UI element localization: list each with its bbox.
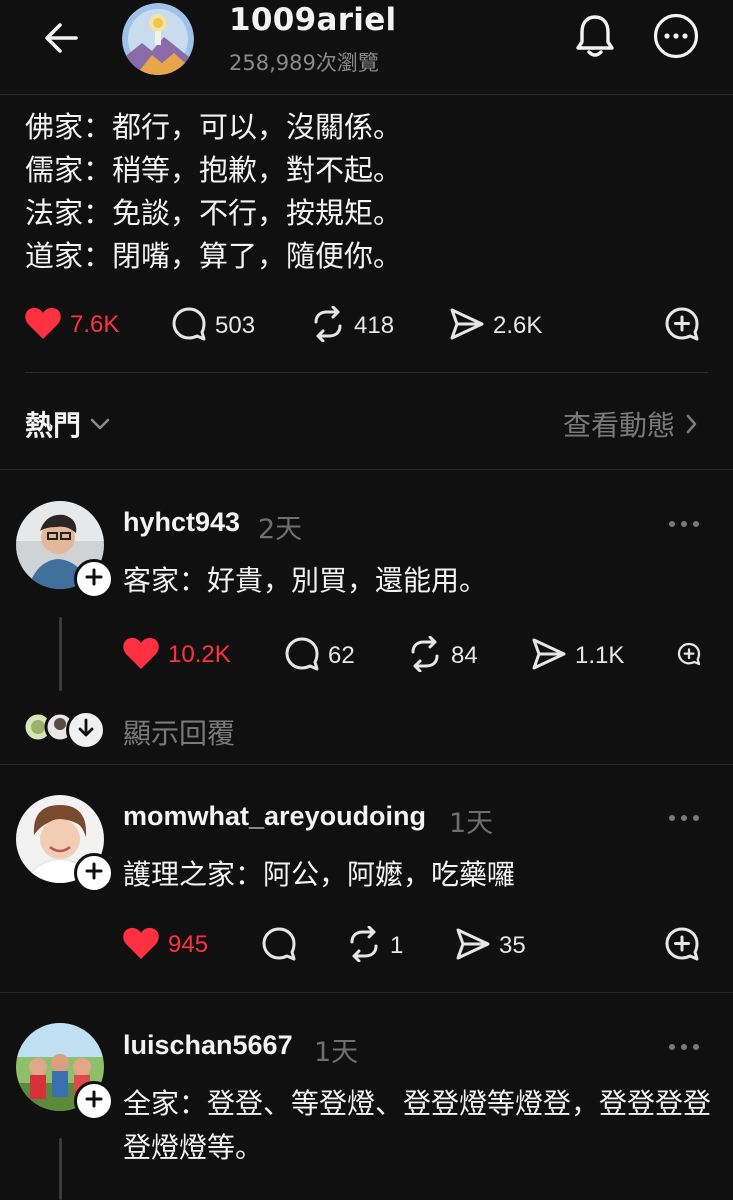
quote-plus-icon <box>677 642 701 670</box>
thread-page: 1009ariel 258,989次瀏覽 佛家：都行，可以，沒關係。 儒家：稍等… <box>0 0 733 1200</box>
comment-bubble-icon <box>284 636 320 676</box>
plus-icon <box>85 568 103 590</box>
send-icon <box>449 306 485 346</box>
like-button[interactable]: 945 <box>122 926 208 964</box>
repost-icon <box>407 635 443 676</box>
like-count: 7.6K <box>70 311 120 338</box>
view-activity-link[interactable]: 查看動態 <box>563 404 697 444</box>
send-icon <box>531 636 567 676</box>
reply-username[interactable]: hyhct943 <box>123 507 240 538</box>
more-dots-icon <box>668 1036 700 1055</box>
more-circle-icon <box>653 13 699 63</box>
reply-time: 2天 <box>258 514 303 545</box>
share-button[interactable]: 1.1K <box>531 636 624 676</box>
share-count: 1.1K <box>575 642 625 669</box>
more-dots-icon <box>668 513 700 532</box>
comment-count: 62 <box>328 642 355 669</box>
author-avatar[interactable] <box>122 3 194 75</box>
heart-filled-icon <box>24 306 62 344</box>
repost-count: 418 <box>354 312 395 339</box>
expand-replies-button[interactable] <box>66 710 106 750</box>
post-line: 道家：閉嘴，算了，隨便你。 <box>25 239 403 273</box>
sort-label: 熱門 <box>25 409 82 442</box>
back-button[interactable] <box>40 18 84 62</box>
thread-line <box>59 617 62 691</box>
notification-button[interactable] <box>572 13 618 63</box>
divider <box>0 469 733 470</box>
post-line: 法家：免談，不行，按規矩。 <box>25 196 403 230</box>
post-line: 儒家：稍等，抱歉，對不起。 <box>25 153 403 187</box>
top-bar: 1009ariel 258,989次瀏覽 <box>0 0 733 95</box>
show-replies-link[interactable]: 顯示回覆 <box>123 712 235 752</box>
share-count: 35 <box>499 932 526 959</box>
quote-plus-icon <box>664 926 700 966</box>
like-count: 945 <box>168 931 209 958</box>
repost-icon <box>346 925 382 966</box>
reply-more-button[interactable] <box>664 512 704 532</box>
repost-count: 84 <box>451 642 478 669</box>
divider <box>25 372 708 373</box>
follow-button[interactable] <box>74 559 114 599</box>
follow-button[interactable] <box>74 1081 114 1121</box>
repost-count: 1 <box>390 932 404 959</box>
chevron-down-icon <box>89 417 111 431</box>
reply-text: 護理之家：阿公，阿嬤，吃藥囉 <box>123 858 516 891</box>
sort-dropdown[interactable]: 熱門 <box>25 404 111 444</box>
quote-button[interactable] <box>677 642 701 670</box>
comment-bubble-icon <box>261 926 297 966</box>
like-button[interactable]: 10.2K <box>122 636 231 674</box>
reply-more-button[interactable] <box>664 1035 704 1055</box>
comment-button[interactable]: 503 <box>171 306 255 346</box>
comment-count: 503 <box>215 312 256 339</box>
heart-filled-icon <box>122 636 160 674</box>
reply-text: 全家：登登、等登燈、登登燈等燈登，登登登登登燈燈等。 <box>123 1087 712 1164</box>
like-button[interactable]: 7.6K <box>24 306 119 344</box>
comment-bubble-icon <box>171 306 207 346</box>
reply-time: 1天 <box>449 808 494 839</box>
plus-icon <box>85 862 103 884</box>
divider <box>0 992 733 993</box>
repost-button[interactable]: 1 <box>346 925 404 966</box>
arrow-down-icon <box>77 718 95 742</box>
quote-plus-icon <box>664 306 700 346</box>
reply-text: 客家：好貴，別買，還能用。 <box>123 564 488 597</box>
repost-button[interactable]: 84 <box>407 635 478 676</box>
reply-username[interactable]: luischan5667 <box>123 1030 293 1061</box>
follow-button[interactable] <box>74 853 114 893</box>
post-line: 佛家：都行，可以，沒關係。 <box>25 110 403 144</box>
share-count: 2.6K <box>493 312 543 339</box>
heart-filled-icon <box>122 926 160 964</box>
activity-label: 查看動態 <box>562 409 675 442</box>
repost-button[interactable]: 418 <box>310 305 395 346</box>
more-dots-icon <box>668 807 700 826</box>
thread-line <box>59 1138 62 1200</box>
reply-more-button[interactable] <box>664 806 704 826</box>
plus-icon <box>85 1090 103 1112</box>
repost-icon <box>310 305 346 346</box>
reply-username[interactable]: momwhat_areyoudoing <box>123 801 426 832</box>
post-body: 佛家：都行，可以，沒關係。 儒家：稍等，抱歉，對不起。 法家：免談，不行，按規矩… <box>25 106 402 278</box>
quote-button[interactable] <box>664 926 700 966</box>
more-options-button[interactable] <box>653 13 699 63</box>
comment-button[interactable]: 62 <box>284 636 355 676</box>
comment-button[interactable] <box>261 926 297 966</box>
reply-time: 1天 <box>314 1037 359 1068</box>
share-button[interactable]: 35 <box>455 926 526 966</box>
share-button[interactable]: 2.6K <box>449 306 542 346</box>
quote-button[interactable] <box>664 306 700 346</box>
divider <box>0 764 733 765</box>
view-count: 258,989次瀏覽 <box>229 51 379 75</box>
bell-icon <box>574 13 616 63</box>
send-icon <box>455 926 491 966</box>
author-username[interactable]: 1009ariel <box>229 2 396 38</box>
arrow-left-icon <box>42 18 82 62</box>
chevron-right-icon <box>685 413 697 435</box>
like-count: 10.2K <box>168 641 231 668</box>
